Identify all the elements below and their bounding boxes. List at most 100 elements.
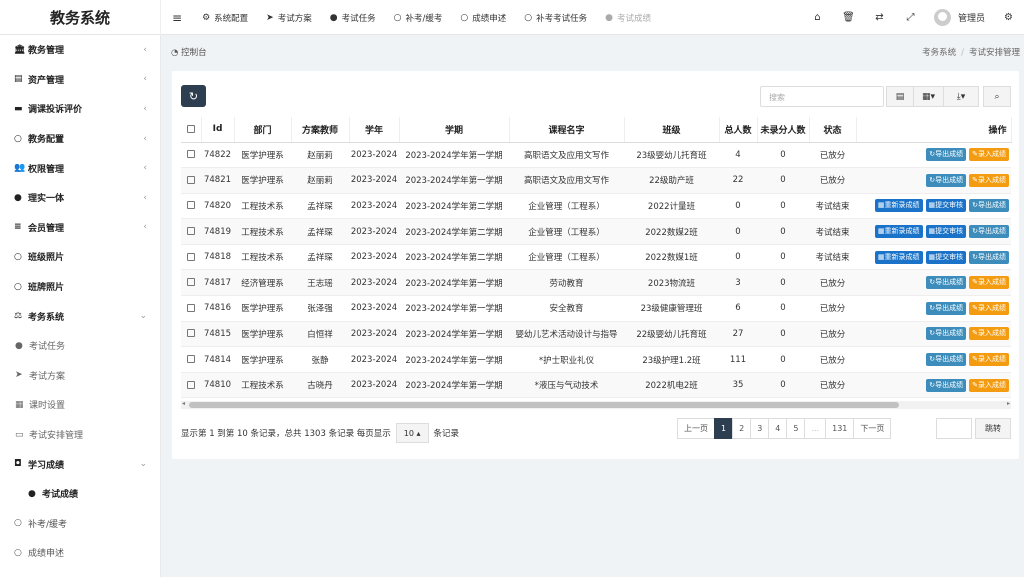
horizontal-scrollbar[interactable]: ◂ ▸ <box>181 400 1011 409</box>
app-title[interactable]: 教务系统 <box>0 0 161 35</box>
reenter-score-button[interactable]: ▦重新录成绩 <box>874 250 923 264</box>
home-icon[interactable]: ⌂ <box>802 12 833 23</box>
sidebar-item-12[interactable]: ▦ 课时设置 <box>0 390 160 420</box>
col-header-course[interactable]: 课程名字 <box>509 117 625 143</box>
submit-review-button[interactable]: ▦提交审核 <box>925 199 967 213</box>
select-all-checkbox[interactable] <box>181 117 202 143</box>
jump-button[interactable]: 跳转 <box>975 418 1011 439</box>
enter-score-button[interactable]: ✎录入成绩 <box>969 301 1009 315</box>
export-score-button[interactable]: ↻导出成绩 <box>969 250 1009 264</box>
top-tab-2[interactable]: ● 考试任务 <box>321 0 385 35</box>
col-header-term[interactable]: 学期 <box>399 117 510 143</box>
col-header-id[interactable]: Id <box>201 117 235 143</box>
submit-review-button[interactable]: ▦提交审核 <box>925 225 967 239</box>
table-row[interactable]: 74814 医学护理系 张静 2023-2024 2023-2024学年第一学期 *护士职… <box>181 346 1011 373</box>
col-header-unscored[interactable]: 未录分人数 <box>757 117 810 143</box>
sidebar-item-11[interactable]: ➤ 考试方案 <box>0 361 160 391</box>
export-score-button[interactable]: ↻导出成绩 <box>969 199 1009 213</box>
table-row[interactable]: 74822 医学护理系 赵丽莉 2023-2024 2023-2024学年第一学期 高职语… <box>181 142 1011 169</box>
sidebar-item-2[interactable]: ▬ 调课投诉评价 ‹ <box>0 94 160 124</box>
top-tab-6[interactable]: ● 考试成绩 <box>596 0 660 35</box>
row-checkbox[interactable] <box>181 346 201 373</box>
export-score-button[interactable]: ↻导出成绩 <box>926 173 967 187</box>
top-tab-0[interactable]: ⚙ 系统配置 <box>193 0 257 35</box>
export-button[interactable]: ⤓▾ <box>943 86 979 107</box>
col-header-total[interactable]: 总人数 <box>719 117 758 143</box>
scroll-left-icon[interactable]: ◂ <box>182 400 185 407</box>
enter-score-button[interactable]: ✎录入成绩 <box>969 353 1009 367</box>
export-score-button[interactable]: ↻导出成绩 <box>926 276 967 290</box>
table-row[interactable]: 74810 工程技术系 古晓丹 2023-2024 2023-2024学年第一学期 *液压… <box>181 372 1011 399</box>
col-header-teacher[interactable]: 方案教师 <box>291 117 350 143</box>
page-button[interactable]: 5 <box>786 418 806 439</box>
table-row[interactable]: 74816 医学护理系 张泽强 2023-2024 2023-2024学年第一学期 安全教… <box>181 295 1011 322</box>
translate-icon[interactable]: ⇄ <box>864 12 895 23</box>
sidebar-item-17[interactable]: ○ 成绩申述 <box>0 538 160 568</box>
dashboard-link[interactable]: 控制台 <box>181 48 207 58</box>
export-score-button[interactable]: ↻导出成绩 <box>926 378 967 392</box>
export-score-button[interactable]: ↻导出成绩 <box>926 327 967 341</box>
col-header-class[interactable]: 班级 <box>624 117 720 143</box>
sidebar-item-5[interactable]: ● 理实一体 ‹ <box>0 183 160 213</box>
search-input[interactable]: 搜索 <box>760 86 884 107</box>
sidebar-item-4[interactable]: 👥 权限管理 ‹ <box>0 153 160 183</box>
export-score-button[interactable]: ↻导出成绩 <box>969 225 1009 239</box>
submit-review-button[interactable]: ▦提交审核 <box>925 250 967 264</box>
fullscreen-icon[interactable]: ⤢ <box>895 12 926 23</box>
sidebar-item-9[interactable]: ⚖ 考务系统 ⌄ <box>0 301 160 331</box>
export-score-button[interactable]: ↻导出成绩 <box>926 148 967 162</box>
sidebar-item-16[interactable]: ○ 补考/缓考 <box>0 509 160 539</box>
table-row[interactable]: 74821 医学护理系 赵丽莉 2023-2024 2023-2024学年第一学期 高职语… <box>181 167 1011 194</box>
page-button[interactable]: ... <box>804 418 827 439</box>
page-button[interactable]: 131 <box>825 418 855 439</box>
page-size-select[interactable]: 10 ▴ <box>395 423 429 443</box>
table-row[interactable]: 74819 工程技术系 孟祥琛 2023-2024 2023-2024学年第二学期 企业管… <box>181 218 1011 245</box>
row-checkbox[interactable] <box>181 142 201 169</box>
top-tab-5[interactable]: ○ 补考考试任务 <box>515 0 596 35</box>
col-header-year[interactable]: 学年 <box>349 117 400 143</box>
row-checkbox[interactable] <box>181 244 201 271</box>
enter-score-button[interactable]: ✎录入成绩 <box>969 148 1009 162</box>
user-menu[interactable]: 管理员 <box>926 9 993 26</box>
row-checkbox[interactable] <box>181 321 201 348</box>
prev-page-button[interactable]: 上一页 <box>677 418 715 439</box>
sidebar-item-8[interactable]: ○ 班牌照片 <box>0 272 160 302</box>
export-score-button[interactable]: ↻导出成绩 <box>926 353 967 367</box>
toggle-view-button[interactable]: ▤ <box>886 86 914 107</box>
table-row[interactable]: 74815 医学护理系 白恒祥 2023-2024 2023-2024学年第一学期 婴幼儿… <box>181 321 1011 348</box>
sidebar-item-7[interactable]: ○ 班级照片 <box>0 242 160 272</box>
enter-score-button[interactable]: ✎录入成绩 <box>969 276 1009 290</box>
table-row[interactable]: 74818 工程技术系 孟祥琛 2023-2024 2023-2024学年第二学期 企业管… <box>181 244 1011 271</box>
top-tab-1[interactable]: ➤ 考试方案 <box>257 0 321 35</box>
sidebar-item-15[interactable]: ● 考试成绩 <box>0 479 160 509</box>
sidebar-item-3[interactable]: ○ 教务配置 ‹ <box>0 124 160 154</box>
settings-icon[interactable]: ⚙ <box>993 12 1024 23</box>
enter-score-button[interactable]: ✎录入成绩 <box>969 378 1009 392</box>
sidebar-item-14[interactable]: ◘ 学习成绩 ⌄ <box>0 449 160 479</box>
row-checkbox[interactable] <box>181 193 201 220</box>
enter-score-button[interactable]: ✎录入成绩 <box>969 327 1009 341</box>
sidebar-item-1[interactable]: ▤ 资产管理 ‹ <box>0 65 160 95</box>
top-tab-3[interactable]: ○ 补考/缓考 <box>385 0 452 35</box>
breadcrumb-item-parent[interactable]: 考务系统 <box>922 48 956 58</box>
jump-page-input[interactable] <box>936 418 972 439</box>
next-page-button[interactable]: 下一页 <box>853 418 892 439</box>
export-score-button[interactable]: ↻导出成绩 <box>926 301 967 315</box>
sidebar-item-0[interactable]: 🏛 教务管理 ‹ <box>0 35 160 65</box>
reenter-score-button[interactable]: ▦重新录成绩 <box>874 225 923 239</box>
sidebar-item-6[interactable]: ≡ 会员管理 ‹ <box>0 213 160 243</box>
row-checkbox[interactable] <box>181 372 201 399</box>
page-button[interactable]: 1 <box>714 418 734 439</box>
menu-toggle-icon[interactable]: ≡ <box>161 0 193 35</box>
scrollbar-thumb[interactable] <box>189 402 899 408</box>
advanced-search-button[interactable]: ⌕ <box>983 86 1011 107</box>
page-button[interactable]: 3 <box>750 418 770 439</box>
sidebar-item-13[interactable]: ▭ 考试安排管理 <box>0 420 160 450</box>
trash-icon[interactable]: 🗑 <box>833 12 864 23</box>
col-header-status[interactable]: 状态 <box>809 117 857 143</box>
row-checkbox[interactable] <box>181 269 201 297</box>
scroll-right-icon[interactable]: ▸ <box>1007 400 1010 407</box>
table-row[interactable]: 74817 经济管理系 王志瑶 2023-2024 2023-2024学年第一学期 劳动教… <box>181 269 1011 297</box>
row-checkbox[interactable] <box>181 167 201 194</box>
table-row[interactable]: 74820 工程技术系 孟祥琛 2023-2024 2023-2024学年第二学期 企业管… <box>181 193 1011 220</box>
